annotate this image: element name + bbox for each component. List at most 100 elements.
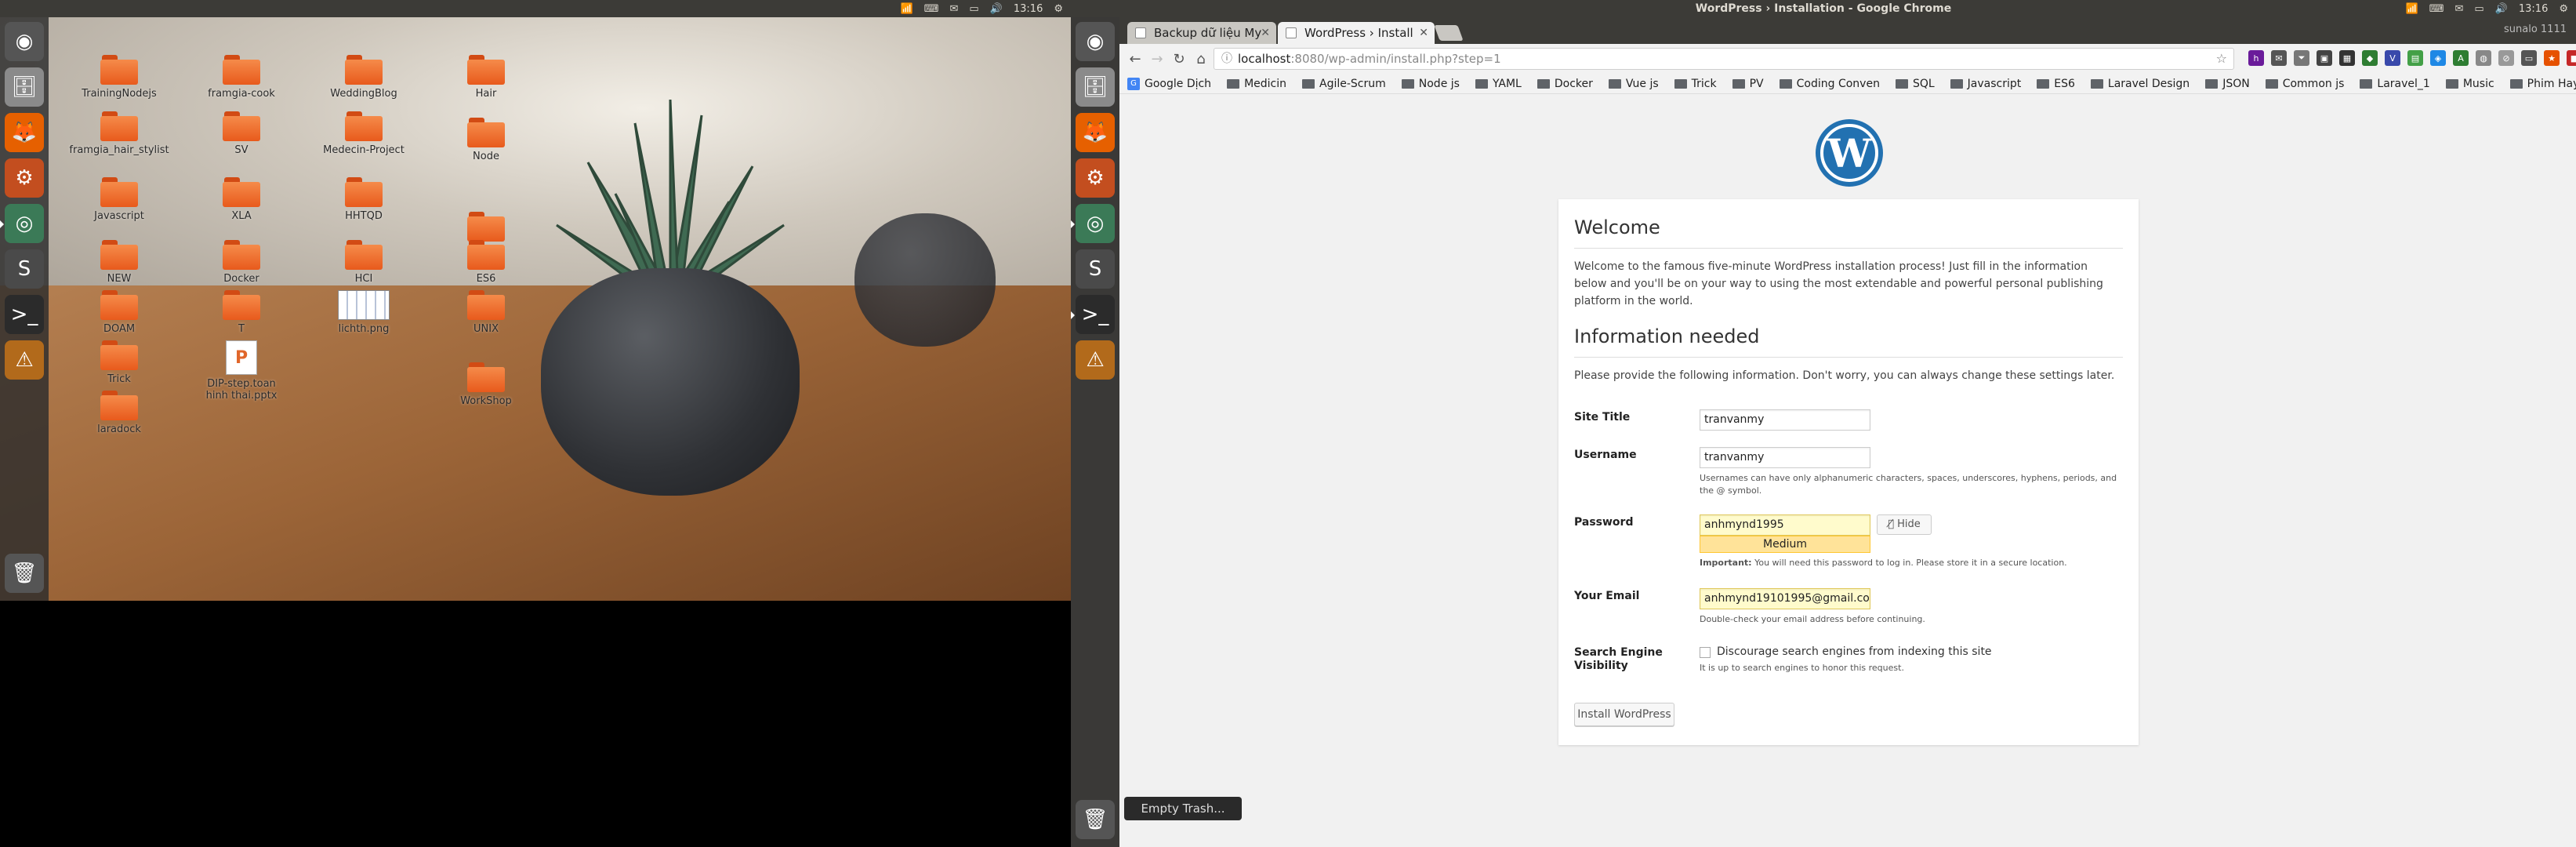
reload-icon[interactable]: ↻ [1168,51,1190,67]
desktop-icon-sv[interactable]: SV [194,111,288,156]
desktop-icon-node[interactable]: Node [439,118,533,162]
xampp-icon[interactable]: ⚠ [5,340,44,380]
extension-block-icon[interactable]: ⊘ [2498,50,2514,66]
bookmark-node-js[interactable]: Node js [1401,78,1460,90]
chrome-icon[interactable]: ◎ [1071,204,1115,243]
bookmark-pv[interactable]: PV [1732,78,1764,90]
close-icon[interactable]: ✕ [1419,22,1428,44]
desktop-icon-docker[interactable]: Docker [194,240,288,285]
bookmark-phim-hay[interactable]: Phim Hay [2509,78,2576,90]
desktop-icon-doam[interactable]: DOAM [72,290,166,335]
clock-right[interactable]: 13:16 [2519,3,2548,15]
files-icon[interactable]: 🗄 [5,67,44,107]
firefox-icon[interactable]: 🦊 [5,113,44,152]
bookmark-common-js[interactable]: Common js [2265,78,2344,90]
bookmark-yaml[interactable]: YAML [1475,78,1522,90]
username-input[interactable]: tranvanmy [1700,447,1870,468]
desktop-icon-hci[interactable]: HCI [317,240,411,285]
mail-icon[interactable]: ✉ [2454,3,2463,15]
install-wordpress-button[interactable]: Install WordPress [1574,703,1674,726]
desktop-icon-lichth-png[interactable]: lichth.png [317,290,411,335]
settings-icon[interactable]: ⚙ [5,158,44,198]
bookmark-agile-scrum[interactable]: Agile-Scrum [1302,78,1386,90]
battery-icon[interactable]: ▭ [2474,3,2483,15]
desktop-icon-trick[interactable]: Trick [72,340,166,385]
mail-icon[interactable]: ✉ [949,3,958,15]
site-title-input[interactable]: tranvanmy [1700,409,1870,431]
home-icon[interactable]: ⌂ [1190,51,1212,67]
wifi-icon[interactable]: 📶 [2406,3,2418,15]
keyboard-icon[interactable]: ⌨ [2429,3,2444,15]
desktop-icon-javascript[interactable]: Javascript [72,177,166,222]
star-icon[interactable]: ☆ [2216,49,2227,69]
close-icon[interactable]: ✕ [1261,22,1270,44]
extension-vue-icon[interactable]: V [2385,50,2400,66]
profile-name[interactable]: sunalo 1111 [2504,24,2567,35]
tab-wordpress[interactable]: WordPress › Install ✕ [1278,22,1435,44]
hide-password-button[interactable]: 👁̸ Hide [1877,514,1932,535]
volume-icon[interactable]: 🔊 [990,3,1003,15]
new-tab-button[interactable] [1434,25,1464,41]
bookmark-docker[interactable]: Docker [1537,78,1593,90]
bookmark-music[interactable]: Music [2445,78,2494,90]
extension-filter-icon[interactable]: ⏷ [2294,50,2309,66]
desktop-icon-new[interactable]: NEW [72,240,166,285]
keyboard-icon[interactable]: ⌨ [924,3,939,15]
sublime-icon[interactable]: S [1076,249,1115,289]
bookmark-laravel-design[interactable]: Laravel Design [2090,78,2190,90]
search-engine-checkbox-label[interactable]: Discourage search engines from indexing … [1717,645,1992,658]
battery-icon[interactable]: ▭ [969,3,978,15]
ubuntu-dash-icon[interactable]: ◉ [1076,22,1115,61]
system-tray-right[interactable]: 📶 ⌨ ✉ ▭ 🔊 13:16 ⚙ [2406,3,2568,15]
desktop-icon-hair[interactable]: Hair [439,55,533,100]
extension-orange-icon[interactable]: ★ [2544,50,2560,66]
extension-red-icon[interactable]: ■ [2567,50,2576,66]
desktop-icon-trainingnodejs[interactable]: TrainingNodejs [72,55,166,100]
desktop-icon-t[interactable]: T [194,290,288,335]
extension-green-icon[interactable]: ▤ [2407,50,2423,66]
address-bar[interactable]: ⓘ localhost:8080/wp-admin/install.php?st… [1214,48,2234,70]
extension-blue-icon[interactable]: ◈ [2430,50,2446,66]
desktop-icon-xla[interactable]: XLA [194,177,288,222]
extension-round-icon[interactable]: ◍ [2476,50,2491,66]
settings-icon[interactable]: ⚙ [1076,158,1115,198]
bookmark-coding-conven[interactable]: Coding Conven [1779,78,1880,90]
terminal-icon[interactable]: >_ [1071,295,1115,334]
firefox-icon[interactable]: 🦊 [1076,113,1115,152]
extension-box-icon[interactable]: ▣ [2317,50,2332,66]
desktop-icon-unix[interactable]: UNIX [439,290,533,335]
extension-android-icon[interactable]: A [2453,50,2469,66]
forward-icon[interactable]: → [1146,51,1168,67]
desktop-icon-medecin-project[interactable]: Medecin-Project [317,111,411,156]
extension-grid-icon[interactable]: ▦ [2339,50,2355,66]
desktop-icon-es6[interactable]: ES6 [439,240,533,285]
bookmark-sql[interactable]: SQL [1895,78,1935,90]
tab-backup[interactable]: Backup dữ liệu My ✕ [1127,22,1276,44]
xampp-icon[interactable]: ⚠ [1076,340,1115,380]
system-tray-left[interactable]: 📶 ⌨ ✉ ▭ 🔊 13:16 ⚙ [901,3,1063,15]
extension-shield-icon[interactable]: ◆ [2362,50,2378,66]
desktop-icon-workshop[interactable]: WorkShop [439,362,533,407]
trash-icon[interactable]: 🗑 [1076,800,1115,839]
terminal-icon[interactable]: >_ [5,295,44,334]
desktop-icon-weddingblog[interactable]: WeddingBlog [317,55,411,100]
desktop-icon-framgia-hair-stylist[interactable]: framgia_hair_stylist [69,111,169,156]
clock-left[interactable]: 13:16 [1014,3,1043,15]
email-input[interactable]: anhmynd19101995@gmail.cor [1700,588,1870,609]
desktop-icon-laradock[interactable]: laradock [72,391,166,435]
password-input[interactable]: anhmynd1995 [1700,514,1870,536]
bookmark-json[interactable]: JSON [2205,78,2250,90]
extension-screen-icon[interactable]: ▭ [2521,50,2537,66]
search-engine-checkbox[interactable] [1700,647,1711,658]
wifi-icon[interactable]: 📶 [901,3,913,15]
gear-icon[interactable]: ⚙ [2559,3,2568,15]
bookmark-trick[interactable]: Trick [1674,78,1717,90]
volume-icon[interactable]: 🔊 [2495,3,2508,15]
desktop-icon-framgia-cook[interactable]: framgia-cook [194,55,288,100]
info-icon[interactable]: ⓘ [1221,49,1232,69]
gear-icon[interactable]: ⚙ [1054,3,1063,15]
desktop-icon-dip-step-toan-hinh-thai-pptx[interactable]: P DIP-step.toan hinh thai.pptx [194,340,288,402]
files-icon[interactable]: 🗄 [1076,67,1115,107]
extension-h-icon[interactable]: h [2248,50,2264,66]
bookmark-medicin[interactable]: Medicin [1227,78,1286,90]
